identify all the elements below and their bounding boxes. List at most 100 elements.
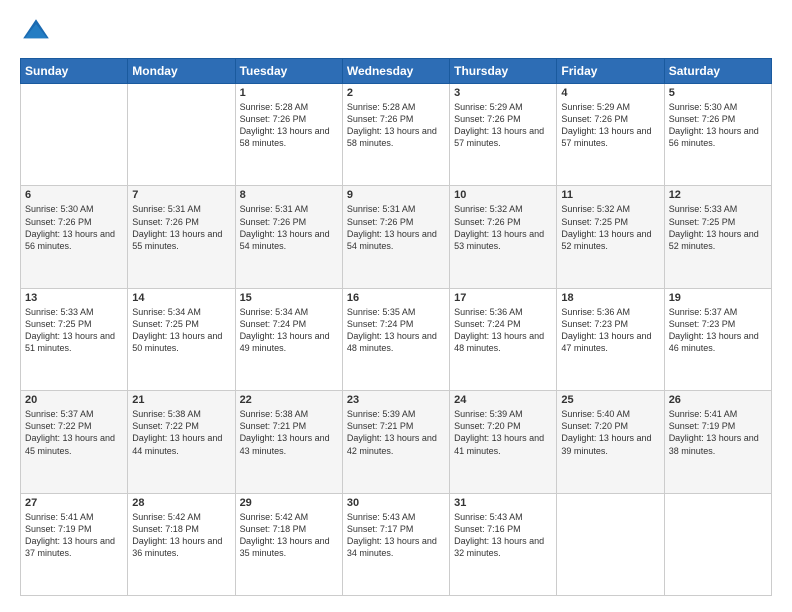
table-row: 12 Sunrise: 5:33 AM Sunset: 7:25 PM Dayli… [664, 186, 771, 288]
table-row: 8 Sunrise: 5:31 AM Sunset: 7:26 PM Daylig… [235, 186, 342, 288]
calendar-week-row: 6Sunrise: 5:30 AM Sunset: 7:26 PM Daylig… [21, 186, 772, 288]
calendar-week-row: 13Sunrise: 5:33 AM Sunset: 7:25 PM Dayli… [21, 288, 772, 390]
logo-icon [20, 16, 52, 48]
day-info: Sunrise: 5:31 AM Sunset: 7:26 PM Dayligh… [132, 203, 230, 252]
day-number: 29 [240, 497, 338, 509]
table-row: 30 Sunrise: 5:43 AM Sunset: 7:17 PM Dayli… [342, 493, 449, 595]
day-number: 19 [669, 292, 767, 304]
day-number: 21 [132, 394, 230, 406]
day-info: Sunrise: 5:42 AM Sunset: 7:18 PM Dayligh… [240, 511, 338, 560]
day-number: 24 [454, 394, 552, 406]
calendar-header-row: Sunday Monday Tuesday Wednesday Thursday… [21, 59, 772, 84]
table-row: 16 Sunrise: 5:35 AM Sunset: 7:24 PM Dayli… [342, 288, 449, 390]
table-row: 9 Sunrise: 5:31 AM Sunset: 7:26 PM Daylig… [342, 186, 449, 288]
day-number: 10 [454, 189, 552, 201]
table-row: 20 Sunrise: 5:37 AM Sunset: 7:22 PM Dayli… [21, 391, 128, 493]
calendar-table: Sunday Monday Tuesday Wednesday Thursday… [20, 58, 772, 596]
table-row: 4Sunrise: 5:29 AM Sunset: 7:26 PM Daylig… [557, 84, 664, 186]
table-row: 26 Sunrise: 5:41 AM Sunset: 7:19 PM Dayli… [664, 391, 771, 493]
day-info: Sunrise: 5:34 AM Sunset: 7:25 PM Dayligh… [132, 306, 230, 355]
day-number: 20 [25, 394, 123, 406]
table-row: 29 Sunrise: 5:42 AM Sunset: 7:18 PM Dayli… [235, 493, 342, 595]
table-row: 23Sunrise: 5:39 AM Sunset: 7:21 PM Dayli… [342, 391, 449, 493]
day-number: 14 [132, 292, 230, 304]
day-info: Sunrise: 5:37 AM Sunset: 7:23 PM Dayligh… [669, 306, 767, 355]
table-row: 11 Sunrise: 5:32 AM Sunset: 7:25 PM Dayli… [557, 186, 664, 288]
day-number: 16 [347, 292, 445, 304]
day-number: 27 [25, 497, 123, 509]
day-info: Sunrise: 5:28 AM Sunset: 7:26 PM Dayligh… [240, 101, 338, 150]
table-row: 10 Sunrise: 5:32 AM Sunset: 7:26 PM Dayli… [450, 186, 557, 288]
day-info: Sunrise: 5:36 AM Sunset: 7:23 PM Dayligh… [561, 306, 659, 355]
table-row: 25 Sunrise: 5:40 AM Sunset: 7:20 PM Dayli… [557, 391, 664, 493]
table-row: 24 Sunrise: 5:39 AM Sunset: 7:20 PM Dayli… [450, 391, 557, 493]
table-row: 5 Sunrise: 5:30 AM Sunset: 7:26 PM Daylig… [664, 84, 771, 186]
day-number: 4 [561, 87, 659, 99]
day-info: Sunrise: 5:33 AM Sunset: 7:25 PM Dayligh… [25, 306, 123, 355]
day-number: 2 [347, 87, 445, 99]
col-wednesday: Wednesday [342, 59, 449, 84]
day-number: 26 [669, 394, 767, 406]
day-info: Sunrise: 5:32 AM Sunset: 7:26 PM Dayligh… [454, 203, 552, 252]
day-info: Sunrise: 5:43 AM Sunset: 7:17 PM Dayligh… [347, 511, 445, 560]
table-row: 7Sunrise: 5:31 AM Sunset: 7:26 PM Daylig… [128, 186, 235, 288]
day-info: Sunrise: 5:34 AM Sunset: 7:24 PM Dayligh… [240, 306, 338, 355]
table-row: 2Sunrise: 5:28 AM Sunset: 7:26 PM Daylig… [342, 84, 449, 186]
table-row [128, 84, 235, 186]
table-row: 6Sunrise: 5:30 AM Sunset: 7:26 PM Daylig… [21, 186, 128, 288]
day-info: Sunrise: 5:33 AM Sunset: 7:25 PM Dayligh… [669, 203, 767, 252]
calendar-week-row: 27 Sunrise: 5:41 AM Sunset: 7:19 PM Dayli… [21, 493, 772, 595]
table-row: 1 Sunrise: 5:28 AM Sunset: 7:26 PM Daylig… [235, 84, 342, 186]
day-number: 12 [669, 189, 767, 201]
calendar-week-row: 1 Sunrise: 5:28 AM Sunset: 7:26 PM Daylig… [21, 84, 772, 186]
page: Sunday Monday Tuesday Wednesday Thursday… [0, 0, 792, 612]
day-info: Sunrise: 5:37 AM Sunset: 7:22 PM Dayligh… [25, 408, 123, 457]
day-info: Sunrise: 5:41 AM Sunset: 7:19 PM Dayligh… [25, 511, 123, 560]
day-info: Sunrise: 5:32 AM Sunset: 7:25 PM Dayligh… [561, 203, 659, 252]
day-number: 9 [347, 189, 445, 201]
day-info: Sunrise: 5:31 AM Sunset: 7:26 PM Dayligh… [347, 203, 445, 252]
day-info: Sunrise: 5:30 AM Sunset: 7:26 PM Dayligh… [669, 101, 767, 150]
day-info: Sunrise: 5:36 AM Sunset: 7:24 PM Dayligh… [454, 306, 552, 355]
table-row [664, 493, 771, 595]
table-row [21, 84, 128, 186]
table-row: 18 Sunrise: 5:36 AM Sunset: 7:23 PM Dayli… [557, 288, 664, 390]
day-number: 15 [240, 292, 338, 304]
day-info: Sunrise: 5:35 AM Sunset: 7:24 PM Dayligh… [347, 306, 445, 355]
day-number: 23 [347, 394, 445, 406]
table-row [557, 493, 664, 595]
table-row: 3Sunrise: 5:29 AM Sunset: 7:26 PM Daylig… [450, 84, 557, 186]
table-row: 21 Sunrise: 5:38 AM Sunset: 7:22 PM Dayli… [128, 391, 235, 493]
day-info: Sunrise: 5:31 AM Sunset: 7:26 PM Dayligh… [240, 203, 338, 252]
day-number: 5 [669, 87, 767, 99]
day-info: Sunrise: 5:39 AM Sunset: 7:20 PM Dayligh… [454, 408, 552, 457]
day-info: Sunrise: 5:40 AM Sunset: 7:20 PM Dayligh… [561, 408, 659, 457]
day-number: 18 [561, 292, 659, 304]
day-number: 31 [454, 497, 552, 509]
logo [20, 16, 58, 48]
col-sunday: Sunday [21, 59, 128, 84]
day-number: 1 [240, 87, 338, 99]
day-number: 11 [561, 189, 659, 201]
day-info: Sunrise: 5:29 AM Sunset: 7:26 PM Dayligh… [454, 101, 552, 150]
col-tuesday: Tuesday [235, 59, 342, 84]
day-number: 30 [347, 497, 445, 509]
table-row: 19 Sunrise: 5:37 AM Sunset: 7:23 PM Dayli… [664, 288, 771, 390]
day-info: Sunrise: 5:30 AM Sunset: 7:26 PM Dayligh… [25, 203, 123, 252]
day-info: Sunrise: 5:38 AM Sunset: 7:22 PM Dayligh… [132, 408, 230, 457]
table-row: 15 Sunrise: 5:34 AM Sunset: 7:24 PM Dayli… [235, 288, 342, 390]
table-row: 14 Sunrise: 5:34 AM Sunset: 7:25 PM Dayli… [128, 288, 235, 390]
table-row: 17 Sunrise: 5:36 AM Sunset: 7:24 PM Dayli… [450, 288, 557, 390]
day-number: 8 [240, 189, 338, 201]
table-row: 31Sunrise: 5:43 AM Sunset: 7:16 PM Dayli… [450, 493, 557, 595]
day-info: Sunrise: 5:38 AM Sunset: 7:21 PM Dayligh… [240, 408, 338, 457]
day-number: 28 [132, 497, 230, 509]
day-number: 25 [561, 394, 659, 406]
col-saturday: Saturday [664, 59, 771, 84]
day-info: Sunrise: 5:41 AM Sunset: 7:19 PM Dayligh… [669, 408, 767, 457]
day-number: 17 [454, 292, 552, 304]
table-row: 13Sunrise: 5:33 AM Sunset: 7:25 PM Dayli… [21, 288, 128, 390]
day-info: Sunrise: 5:42 AM Sunset: 7:18 PM Dayligh… [132, 511, 230, 560]
col-friday: Friday [557, 59, 664, 84]
calendar-week-row: 20 Sunrise: 5:37 AM Sunset: 7:22 PM Dayli… [21, 391, 772, 493]
